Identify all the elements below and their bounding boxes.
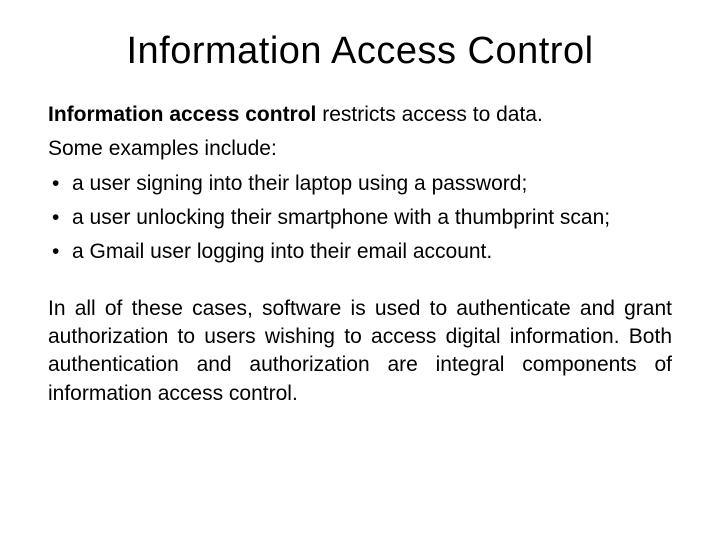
intro-bold-term: Information access control — [48, 103, 316, 126]
conclusion-paragraph: In all of these cases, software is used … — [48, 295, 672, 408]
list-item: a user signing into their laptop using a… — [48, 170, 672, 198]
intro-rest: restricts access to data. — [316, 103, 542, 126]
intro-paragraph: Information access control restricts acc… — [48, 101, 672, 129]
examples-list: a user signing into their laptop using a… — [48, 170, 672, 267]
slide-title: Information Access Control — [48, 30, 672, 73]
list-item: a user unlocking their smartphone with a… — [48, 204, 672, 232]
examples-intro: Some examples include: — [48, 135, 672, 163]
list-item: a Gmail user logging into their email ac… — [48, 238, 672, 266]
